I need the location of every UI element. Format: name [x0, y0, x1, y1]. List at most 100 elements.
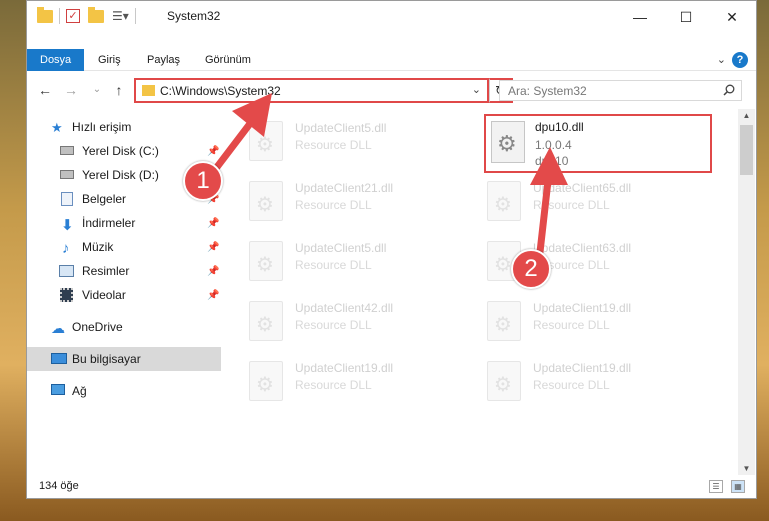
network-icon [51, 384, 65, 395]
tiles-view-icon[interactable]: ▦ [731, 480, 745, 493]
computer-icon [51, 353, 67, 364]
sidebar-item-label: OneDrive [72, 320, 123, 334]
callout-arrow-2 [530, 147, 568, 256]
pin-icon[interactable]: 📌 [207, 242, 219, 253]
search-icon[interactable] [723, 84, 735, 99]
file-tile[interactable]: UpdateClient42.dll Resource DLL [227, 293, 457, 351]
sidebar-item-label: Belgeler [82, 192, 127, 206]
toolbar-divider [134, 8, 136, 24]
maximize-button[interactable]: ☐ [663, 1, 709, 33]
file-name: UpdateClient21.dll [295, 181, 394, 195]
sidebar-item-this-pc[interactable]: Bu bilgisayar [27, 347, 221, 371]
sidebar-item-label: Resimler [82, 264, 130, 278]
step-2-badge: 2 [511, 249, 551, 289]
details-view-icon[interactable]: ☰ [709, 480, 723, 493]
toolbar-divider [59, 8, 60, 24]
vertical-scrollbar[interactable]: ▲ ▼ [738, 109, 755, 475]
expand-ribbon-icon[interactable]: ⌄ [717, 53, 726, 66]
file-name: UpdateClient5.dll [295, 241, 387, 255]
file-tile[interactable]: UpdateClient5.dll Resource DLL [227, 233, 457, 291]
file-description: Resource DLL [295, 378, 372, 392]
file-name: dpu10.dll [535, 120, 584, 134]
drive-icon [60, 170, 74, 179]
file-name: UpdateClient42.dll [295, 301, 394, 315]
dll-file-icon [249, 241, 283, 281]
scroll-thumb[interactable] [740, 125, 753, 175]
close-button[interactable]: ✕ [709, 1, 755, 33]
step-1-badge: 1 [183, 161, 223, 201]
file-name: UpdateClient5.dll [295, 121, 387, 135]
file-tile[interactable]: UpdateClient19.dll Resource DLL [465, 353, 695, 411]
help-icon[interactable]: ? [732, 52, 748, 68]
file-tile[interactable]: UpdateClient19.dll Resource DLL [227, 353, 457, 411]
cloud-icon: ☁ [51, 320, 65, 336]
status-bar: 134 öğe ☰ ▦ [27, 475, 756, 498]
pin-icon[interactable]: 📌 [207, 290, 219, 301]
folder-icon[interactable] [37, 6, 53, 23]
sidebar-item-label: Videolar [82, 288, 126, 302]
file-description: Resource DLL [295, 318, 372, 332]
folder-icon [142, 85, 155, 96]
address-bar[interactable]: C:\Windows\System32 ⌄ [134, 78, 489, 103]
pin-icon[interactable]: 📌 [207, 218, 219, 229]
sidebar-item-pictures[interactable]: Resimler 📌 [27, 259, 221, 283]
dll-file-icon [249, 301, 283, 341]
file-name: UpdateClient19.dll [533, 301, 632, 315]
sidebar-item-label: Hızlı erişim [72, 120, 132, 134]
sidebar-item-onedrive[interactable]: ☁ OneDrive [27, 315, 221, 339]
scroll-up-icon[interactable]: ▲ [738, 111, 755, 120]
customize-toolbar-icon[interactable]: ☰▾ [112, 9, 129, 23]
pin-icon[interactable]: 📌 [207, 266, 219, 277]
tab-gorunum[interactable]: Görünüm [192, 49, 264, 71]
file-name: UpdateClient19.dll [533, 361, 632, 375]
properties-icon[interactable]: ✓ [66, 9, 80, 23]
file-name: UpdateClient19.dll [295, 361, 394, 375]
sidebar-item-label: İndirmeler [82, 216, 136, 230]
tab-dosya[interactable]: Dosya [27, 49, 85, 71]
recent-locations-button[interactable]: ⌄ [89, 81, 105, 99]
new-folder-icon[interactable] [88, 6, 104, 23]
file-explorer-window: ✓ ☰▾ System32 — ☐ ✕ Dosya Giriş Paylaş G… [26, 0, 757, 499]
documents-icon [61, 192, 73, 206]
dll-file-icon [487, 301, 521, 341]
ribbon: Dosya Giriş Paylaş Görünüm ⌄ ? [27, 33, 756, 71]
sidebar-item-videos[interactable]: Videolar 📌 [27, 283, 221, 307]
search-box[interactable] [499, 80, 742, 101]
music-icon: ♪ [62, 240, 70, 257]
sidebar-item-label: Müzik [82, 240, 114, 254]
minimize-button[interactable]: — [617, 1, 663, 33]
back-button[interactable]: ← [37, 81, 53, 99]
file-description: Resource DLL [533, 378, 610, 392]
dll-file-icon [249, 361, 283, 401]
up-button[interactable]: ↑ [111, 81, 127, 99]
sidebar-item-label: Ağ [72, 384, 87, 398]
dll-file-icon [487, 361, 521, 401]
sidebar-item-downloads[interactable]: ⬇ İndirmeler 📌 [27, 211, 221, 235]
quick-access-toolbar: ✓ ☰▾ [37, 6, 142, 24]
file-tile[interactable]: UpdateClient19.dll Resource DLL [465, 293, 695, 351]
sidebar-item-music[interactable]: ♪ Müzik 📌 [27, 235, 221, 259]
sidebar-item-network[interactable]: Ağ [27, 379, 221, 403]
downloads-icon: ⬇ [61, 217, 74, 234]
pictures-icon [59, 265, 74, 277]
scroll-down-icon[interactable]: ▼ [738, 464, 755, 473]
star-icon: ★ [51, 120, 63, 135]
sidebar-item-label: Bu bilgisayar [72, 352, 141, 366]
tab-paylas[interactable]: Paylaş [134, 49, 193, 71]
title-bar: ✓ ☰▾ System32 — ☐ ✕ [27, 1, 756, 33]
file-description: Resource DLL [295, 198, 372, 212]
item-count: 134 öğe [39, 480, 79, 492]
drive-icon [60, 146, 74, 155]
file-tile[interactable]: UpdateClient63.dll Resource DLL [465, 233, 695, 291]
sidebar-item-label: Yerel Disk (C:) [82, 144, 159, 158]
tab-giris[interactable]: Giriş [85, 49, 134, 71]
search-input[interactable] [500, 81, 715, 100]
address-dropdown-icon[interactable]: ⌄ [472, 83, 481, 96]
videos-icon [60, 288, 73, 302]
file-description: Resource DLL [295, 258, 372, 272]
file-description: Resource DLL [533, 318, 610, 332]
forward-button[interactable]: → [63, 81, 79, 99]
file-tile[interactable]: UpdateClient65.dll Resource DLL [465, 173, 695, 231]
sidebar-item-label: Yerel Disk (D:) [82, 168, 159, 182]
file-description: Resource DLL [295, 138, 372, 152]
